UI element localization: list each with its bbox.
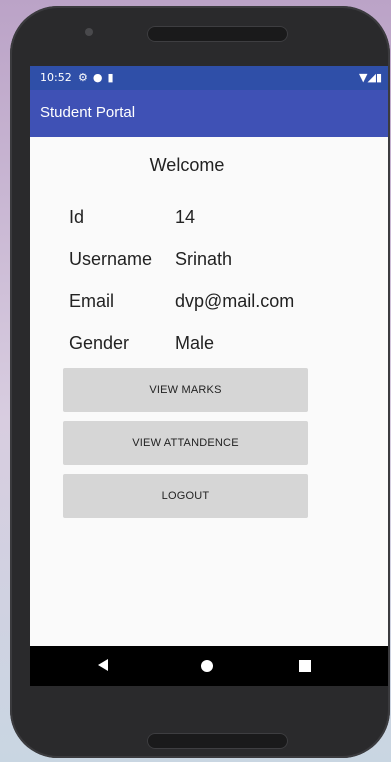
app-title: Student Portal xyxy=(40,104,136,121)
info-value: dvp@mail.com xyxy=(175,291,295,311)
speaker-bottom xyxy=(147,733,288,749)
info-row-email: Email dvp@mail.com xyxy=(30,291,388,319)
navigation-bar xyxy=(30,646,388,686)
status-left-icons: ⚙●▮ xyxy=(78,66,119,90)
info-value: Srinath xyxy=(175,249,233,269)
view-attendance-button[interactable]: VIEW ATTANDENCE xyxy=(63,421,308,465)
recent-apps-icon[interactable] xyxy=(299,660,311,672)
app-bar: Student Portal xyxy=(30,90,388,137)
screen: 10:52 ⚙●▮ ▼◢▮ Student Portal Welcome Id … xyxy=(30,66,388,686)
logout-button[interactable]: LOGOUT xyxy=(63,474,308,518)
camera-icon xyxy=(85,28,93,36)
phone-background: 10:52 ⚙●▮ ▼◢▮ Student Portal Welcome Id … xyxy=(0,0,391,762)
sd-card-icon: ▮ xyxy=(107,71,119,84)
info-label: Username xyxy=(69,249,153,269)
view-marks-button[interactable]: VIEW MARKS xyxy=(63,368,308,412)
status-time: 10:52 xyxy=(40,71,72,84)
info-value: 14 xyxy=(175,207,196,227)
welcome-heading: Welcome xyxy=(149,155,225,175)
info-row-gender: Gender Male xyxy=(30,333,388,361)
status-bar: 10:52 ⚙●▮ ▼◢▮ xyxy=(30,66,388,90)
info-label: Email xyxy=(69,291,115,311)
signal-icon: ◢ xyxy=(367,71,376,84)
profile-content: Welcome Id 14 Username Srinath Email dvp… xyxy=(30,137,388,651)
gear-icon: ⚙ xyxy=(78,71,93,84)
info-row-username: Username Srinath xyxy=(30,249,388,277)
battery-icon: ▮ xyxy=(375,71,382,84)
info-label: Gender xyxy=(69,333,130,353)
shield-icon: ● xyxy=(92,71,108,84)
home-icon[interactable] xyxy=(201,660,213,672)
info-row-id: Id 14 xyxy=(30,207,388,235)
info-value: Male xyxy=(175,333,215,353)
info-label: Id xyxy=(69,207,85,227)
speaker-top xyxy=(147,26,288,42)
back-icon[interactable] xyxy=(98,659,108,671)
status-right-icons: ▼◢▮ xyxy=(359,66,382,90)
